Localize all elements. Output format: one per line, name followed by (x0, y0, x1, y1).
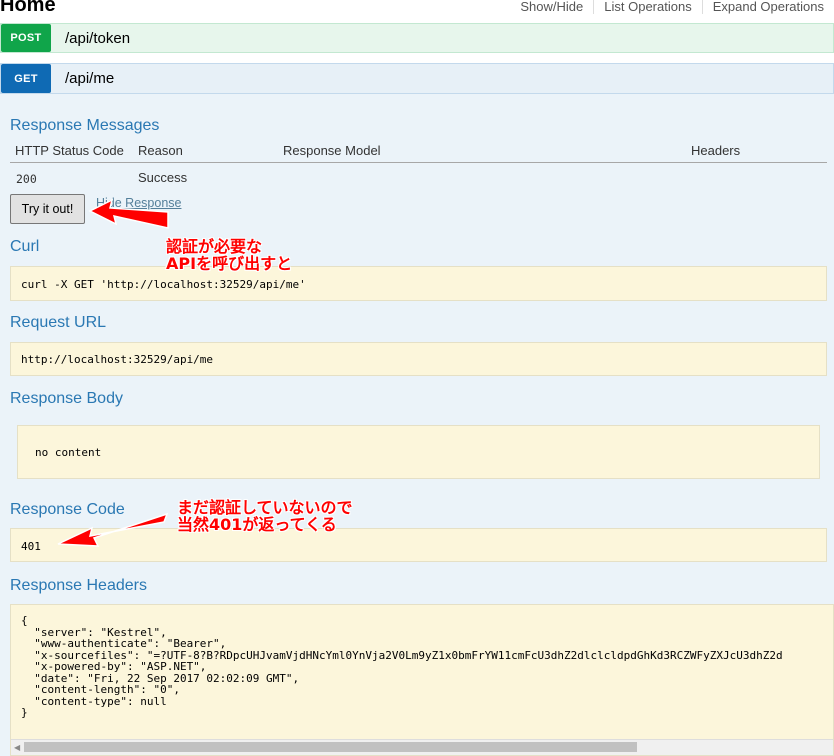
top-links: Show/Hide List Operations Expand Operati… (510, 0, 834, 14)
column-header: Reason (138, 143, 183, 158)
operation-get-me[interactable]: GET /api/me (0, 63, 834, 94)
response-body-box: no content (17, 425, 820, 479)
annotation-text: まだ認証していないので 当然401が返ってくる (177, 499, 353, 533)
verb-badge-get[interactable]: GET (1, 64, 51, 93)
top-bar: Home Show/Hide List Operations Expand Op… (0, 0, 834, 22)
show-hide-link[interactable]: Show/Hide (510, 0, 593, 14)
request-url-value: http://localhost:32529/api/me (21, 353, 214, 366)
response-code-value: 401 (21, 540, 41, 553)
annotation-line: APIを呼び出すと (166, 254, 293, 273)
column-header: Response Model (283, 143, 381, 158)
column-header: Headers (691, 143, 741, 158)
curl-heading: Curl (10, 238, 40, 255)
operation-path[interactable]: /api/me (65, 64, 114, 93)
response-body-value: no content (35, 446, 102, 459)
column-header: HTTP Status Code (15, 143, 124, 158)
list-operations-link[interactable]: List Operations (593, 0, 701, 14)
annotation-line: 当然401が返ってくる (177, 515, 337, 534)
curl-box: curl -X GET 'http://localhost:32529/api/… (10, 266, 827, 301)
scroll-left-icon[interactable]: ◀ (14, 743, 20, 752)
response-code-heading: Response Code (10, 501, 125, 518)
request-url-box: http://localhost:32529/api/me (10, 342, 827, 376)
reason-cell: Success (138, 170, 188, 185)
expand-operations-link[interactable]: Expand Operations (701, 0, 834, 14)
page-title: Home (0, 0, 56, 16)
response-body-heading: Response Body (10, 390, 123, 407)
try-it-out-button[interactable]: Try it out! (10, 194, 85, 224)
verb-badge-post[interactable]: POST (1, 24, 51, 52)
hide-response-link[interactable]: Hide Response (96, 196, 181, 210)
operation-post-token[interactable]: POST /api/token (0, 23, 834, 53)
annotation-text: 認証が必要な APIを呼び出すと (166, 238, 292, 272)
status-code-cell: 200 (16, 172, 37, 186)
response-headers-box: { "server": "Kestrel", "www-authenticate… (10, 604, 834, 756)
request-url-heading: Request URL (10, 314, 107, 331)
response-code-box: 401 (10, 528, 827, 562)
horizontal-scrollbar[interactable]: ◀ (11, 739, 833, 755)
response-messages-heading: Response Messages (10, 117, 160, 134)
table-header: HTTP Status Code Reason Response Model H… (10, 142, 827, 163)
curl-command: curl -X GET 'http://localhost:32529/api/… (21, 278, 306, 291)
operation-path[interactable]: /api/token (65, 24, 130, 52)
scrollbar-thumb[interactable] (24, 742, 637, 752)
response-headers-heading: Response Headers (10, 577, 147, 594)
response-headers-json: { "server": "Kestrel", "www-authenticate… (21, 614, 783, 719)
